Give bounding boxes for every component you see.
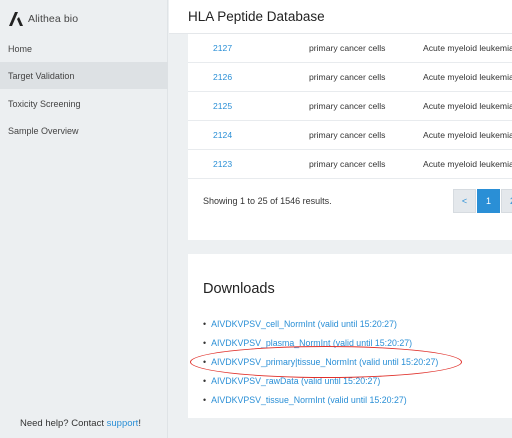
page-title: HLA Peptide Database bbox=[188, 9, 325, 24]
help-prefix: Need help? Contact bbox=[20, 418, 107, 429]
sidebar-item-toxicity-screening[interactable]: Toxicity Screening bbox=[0, 90, 168, 117]
disease: Acute myeloid leukemia bbox=[423, 159, 512, 169]
bullet: • bbox=[203, 338, 207, 348]
sidebar-item-label: Target Validation bbox=[8, 70, 75, 81]
download-link-tissue[interactable]: AIVDKVPSV_tissue_NormInt (valid until 15… bbox=[211, 395, 407, 405]
summary-to-word: to bbox=[245, 196, 258, 206]
bullet: • bbox=[203, 319, 207, 329]
help-text: Need help? Contact support! bbox=[20, 418, 141, 429]
sample-id-link[interactable]: 2127 bbox=[213, 43, 232, 53]
help-suffix: ! bbox=[138, 418, 141, 429]
summary-total: 1546 bbox=[280, 196, 301, 206]
highlight-annotation bbox=[190, 346, 462, 378]
sample-id-link[interactable]: 2125 bbox=[213, 101, 232, 111]
table-row: 2127 primary cancer cells Acute myeloid … bbox=[188, 34, 512, 63]
header: HLA Peptide Database bbox=[169, 0, 512, 34]
sample-type: primary cancer cells bbox=[309, 130, 386, 140]
download-link-cell[interactable]: AIVDKVPSV_cell_NormInt (valid until 15:2… bbox=[211, 319, 397, 329]
disease: Acute myeloid leukemia bbox=[423, 101, 512, 111]
brand-name: Alithea bio bbox=[28, 13, 79, 25]
sidebar-item-sample-overview[interactable]: Sample Overview bbox=[0, 117, 168, 144]
sidebar-item-label: Toxicity Screening bbox=[8, 98, 81, 109]
page-2-button[interactable]: 2 bbox=[501, 189, 512, 213]
sidebar: Alithea bio Home Target Validation Toxic… bbox=[0, 0, 168, 438]
disease: Acute myeloid leukemia bbox=[423, 43, 512, 53]
sidebar-item-label: Sample Overview bbox=[8, 125, 79, 136]
results-summary: Showing 1 to 25 of 1546 results. bbox=[203, 196, 332, 206]
prev-page-button[interactable]: < bbox=[453, 189, 476, 213]
summary-suffix: results. bbox=[300, 196, 332, 206]
disease: Acute myeloid leukemia bbox=[423, 72, 512, 82]
summary-to: 25 bbox=[257, 196, 268, 206]
bullet: • bbox=[203, 395, 207, 405]
sample-type: primary cancer cells bbox=[309, 101, 386, 111]
disease: Acute myeloid leukemia bbox=[423, 130, 512, 140]
summary-of-word: of bbox=[267, 196, 281, 206]
sample-type: primary cancer cells bbox=[309, 72, 386, 82]
table-row: 2125 primary cancer cells Acute myeloid … bbox=[188, 92, 512, 121]
list-item: • AIVDKVPSV_tissue_NormInt (valid until 1… bbox=[203, 395, 407, 405]
bullet: • bbox=[203, 376, 207, 386]
results-table: 2127 primary cancer cells Acute myeloid … bbox=[188, 34, 512, 240]
logo[interactable]: Alithea bio bbox=[8, 10, 78, 28]
list-item: • AIVDKVPSV_cell_NormInt (valid until 15:… bbox=[203, 319, 397, 329]
downloads-title: Downloads bbox=[203, 281, 275, 297]
sample-id-link[interactable]: 2123 bbox=[213, 159, 232, 169]
sample-type: primary cancer cells bbox=[309, 159, 386, 169]
sidebar-item-home[interactable]: Home bbox=[0, 35, 168, 62]
sample-id-link[interactable]: 2126 bbox=[213, 72, 232, 82]
table-row: 2123 primary cancer cells Acute myeloid … bbox=[188, 150, 512, 179]
page-1-button[interactable]: 1 bbox=[477, 189, 500, 213]
downloads-panel: Downloads • AIVDKVPSV_cell_NormInt (valid… bbox=[188, 254, 512, 418]
sidebar-item-label: Home bbox=[8, 43, 33, 54]
support-link[interactable]: support bbox=[107, 418, 139, 429]
table-row: 2126 primary cancer cells Acute myeloid … bbox=[188, 63, 512, 92]
sidebar-item-target-validation[interactable]: Target Validation bbox=[0, 62, 168, 89]
alithea-logo-icon bbox=[9, 12, 23, 26]
sample-type: primary cancer cells bbox=[309, 43, 386, 53]
sample-id-link[interactable]: 2124 bbox=[213, 130, 232, 140]
table-row: 2124 primary cancer cells Acute myeloid … bbox=[188, 121, 512, 150]
summary-prefix: Showing bbox=[203, 196, 241, 206]
